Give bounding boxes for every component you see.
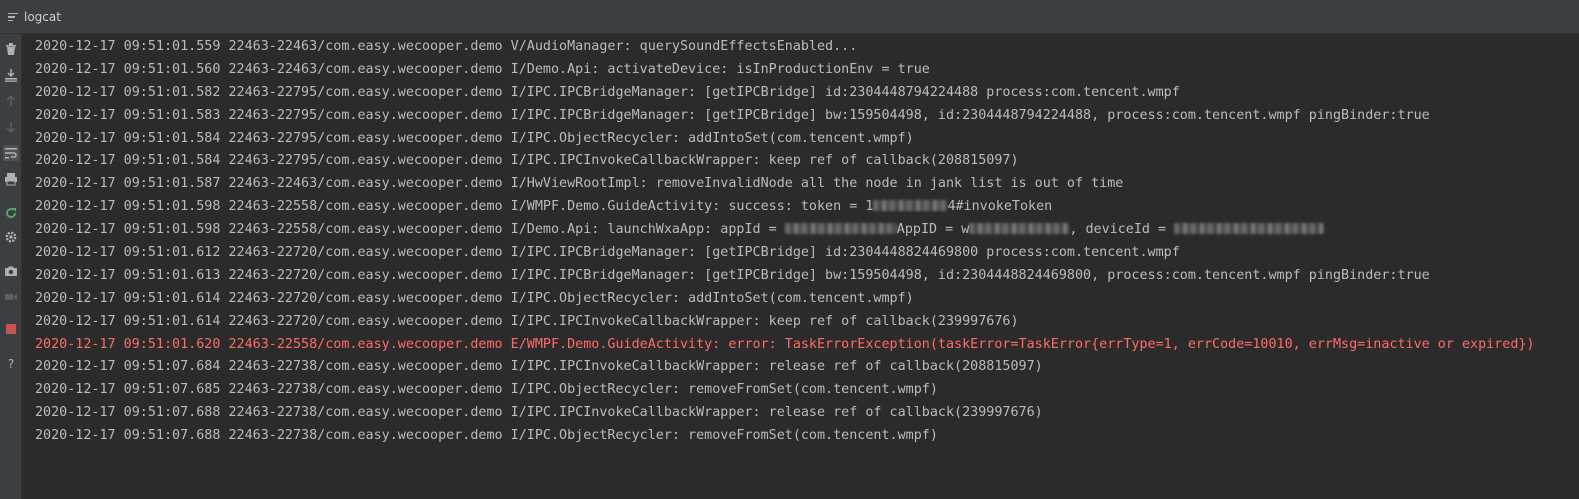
log-line: 2020-12-17 09:51:07.688 22463-22738/com.… (35, 402, 1579, 425)
log-line: 2020-12-17 09:51:01.582 22463-22795/com.… (35, 82, 1579, 105)
logcat-icon (8, 11, 20, 23)
restart-icon[interactable] (3, 205, 19, 221)
log-line: 2020-12-17 09:51:01.559 22463-22463/com.… (35, 36, 1579, 59)
log-text: 2020-12-17 09:51:01.584 22463-22795/com.… (35, 153, 1019, 169)
svg-text:?: ? (8, 357, 14, 370)
soft-wrap-icon[interactable] (3, 145, 19, 161)
log-text: 2020-12-17 09:51:07.684 22463-22738/com.… (35, 359, 1043, 375)
redacted-value (969, 222, 1070, 234)
logcat-title-bar: logcat (0, 0, 1579, 34)
down-arrow-icon[interactable] (3, 119, 19, 135)
screen-record-icon[interactable] (3, 289, 19, 305)
log-text: 2020-12-17 09:51:01.560 22463-22463/com.… (35, 61, 930, 77)
log-text: AppID = w (896, 222, 970, 238)
redacted-value (784, 222, 897, 234)
log-line: 2020-12-17 09:51:01.598 22463-22558/com.… (35, 196, 1579, 219)
help-icon[interactable]: ? (3, 355, 19, 371)
log-text: , deviceId = (1069, 222, 1175, 238)
redacted-value (1174, 222, 1325, 234)
log-text: 2020-12-17 09:51:01.614 22463-22720/com.… (35, 290, 914, 306)
log-line: 2020-12-17 09:51:01.560 22463-22463/com.… (35, 59, 1579, 82)
log-line: 2020-12-17 09:51:01.584 22463-22795/com.… (35, 128, 1579, 151)
stop-icon[interactable] (3, 321, 19, 337)
log-line: 2020-12-17 09:51:01.584 22463-22795/com.… (35, 150, 1579, 173)
log-line: 2020-12-17 09:51:07.688 22463-22738/com.… (35, 425, 1579, 448)
log-text: 2020-12-17 09:51:01.559 22463-22463/com.… (35, 39, 858, 54)
log-line: 2020-12-17 09:51:01.612 22463-22720/com.… (35, 242, 1579, 265)
log-line: 2020-12-17 09:51:01.583 22463-22795/com.… (35, 105, 1579, 128)
log-line: 2020-12-17 09:51:07.685 22463-22738/com.… (35, 379, 1579, 402)
log-line: 2020-12-17 09:51:07.684 22463-22738/com.… (35, 356, 1579, 379)
print-icon[interactable] (3, 171, 19, 187)
settings-icon[interactable] (3, 229, 19, 245)
log-text: 2020-12-17 09:51:01.598 22463-22558/com.… (35, 222, 785, 238)
log-line: 2020-12-17 09:51:01.614 22463-22720/com.… (35, 311, 1579, 334)
log-text: 2020-12-17 09:51:01.582 22463-22795/com.… (35, 84, 1180, 100)
log-text: 2020-12-17 09:51:01.598 22463-22558/com.… (35, 199, 874, 215)
log-line-error: 2020-12-17 09:51:01.620 22463-22558/com.… (35, 334, 1579, 357)
log-text: 2020-12-17 09:51:01.620 22463-22558/com.… (35, 336, 1535, 352)
log-text: 2020-12-17 09:51:01.584 22463-22795/com.… (35, 130, 914, 146)
log-line: 2020-12-17 09:51:01.614 22463-22720/com.… (35, 288, 1579, 311)
log-line: 2020-12-17 09:51:01.587 22463-22463/com.… (35, 173, 1579, 196)
log-line: 2020-12-17 09:51:01.598 22463-22558/com.… (35, 219, 1579, 242)
log-text: 2020-12-17 09:51:01.587 22463-22463/com.… (35, 176, 1124, 192)
log-text: 2020-12-17 09:51:07.685 22463-22738/com.… (35, 382, 938, 398)
log-text: 2020-12-17 09:51:01.614 22463-22720/com.… (35, 313, 1019, 329)
log-text: 2020-12-17 09:51:07.688 22463-22738/com.… (35, 428, 938, 444)
panel-title: logcat (24, 9, 61, 24)
log-text: 2020-12-17 09:51:01.613 22463-22720/com.… (35, 267, 1430, 283)
logcat-toolbar: ? (0, 34, 22, 499)
log-text: 2020-12-17 09:51:01.612 22463-22720/com.… (35, 245, 1180, 261)
log-text: 2020-12-17 09:51:07.688 22463-22738/com.… (35, 405, 1043, 421)
log-text: 4#invokeToken (947, 199, 1053, 215)
trash-icon[interactable] (3, 41, 19, 57)
log-line: 2020-12-17 09:51:01.613 22463-22720/com.… (35, 265, 1579, 288)
log-text: 2020-12-17 09:51:01.583 22463-22795/com.… (35, 107, 1430, 123)
screenshot-icon[interactable] (3, 263, 19, 279)
logcat-output[interactable]: 2020-12-17 09:51:01.559 22463-22463/com.… (35, 36, 1579, 448)
scroll-to-end-icon[interactable] (3, 67, 19, 83)
up-arrow-icon[interactable] (3, 93, 19, 109)
redacted-value (873, 199, 948, 211)
